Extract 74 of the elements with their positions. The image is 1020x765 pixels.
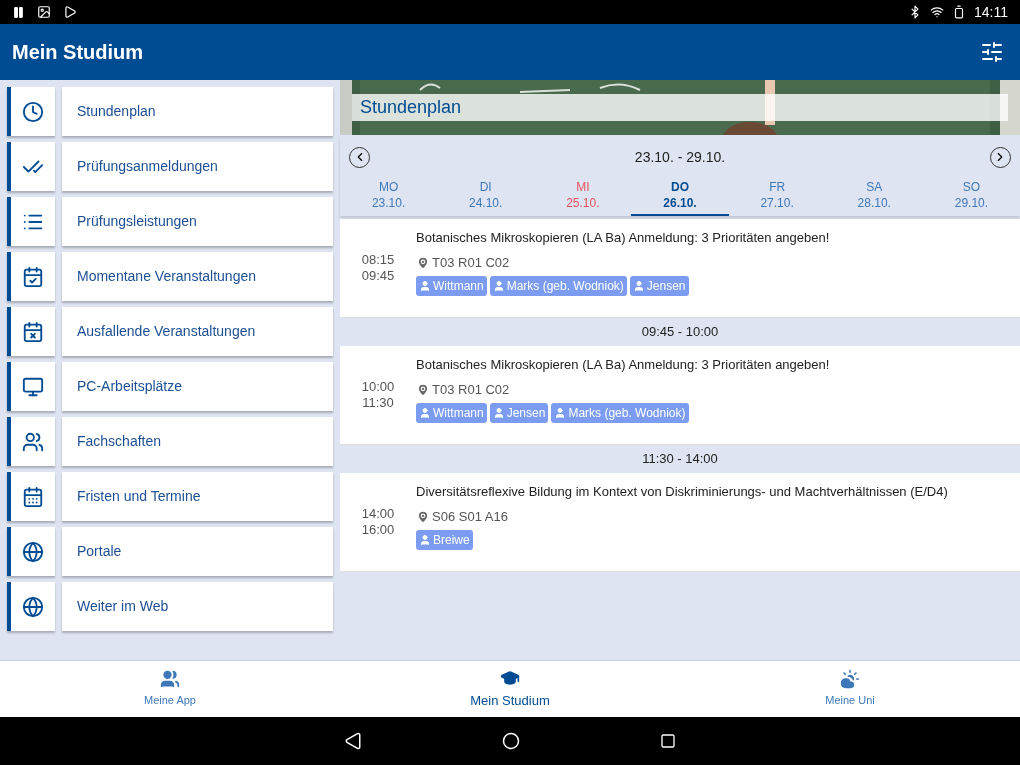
- menu-icon-tile[interactable]: [7, 417, 55, 466]
- bottom-nav-tab[interactable]: Meine Uni: [680, 661, 1020, 717]
- menu-item[interactable]: Stundenplan: [62, 87, 333, 136]
- location-pin-icon: [416, 255, 430, 270]
- menu-icon-tile[interactable]: [7, 307, 55, 356]
- room-code: T03 R01 C02: [432, 254, 510, 272]
- bottom-nav-tab[interactable]: Mein Studium: [340, 661, 680, 717]
- recents-button[interactable]: [660, 733, 676, 749]
- person-icon: [492, 406, 505, 419]
- app-title: Mein Studium: [12, 40, 145, 65]
- day-tab[interactable]: DO 26.10.: [631, 179, 729, 216]
- back-button[interactable]: [344, 732, 362, 750]
- globe-icon: [22, 540, 44, 563]
- start-time: 08:15: [361, 252, 395, 268]
- menu-icon-tile[interactable]: [7, 142, 55, 191]
- menu-item[interactable]: Momentane Veranstaltungen: [62, 252, 333, 301]
- end-time: 16:00: [361, 522, 395, 538]
- menu-icon-tile[interactable]: [7, 527, 55, 576]
- menu-item[interactable]: Portale: [62, 527, 333, 576]
- menu-item[interactable]: Prüfungsleistungen: [62, 197, 333, 246]
- battery-icon: [952, 5, 966, 19]
- person-icon: [554, 406, 567, 419]
- start-time: 10:00: [361, 379, 395, 395]
- day-tab[interactable]: SO 29.10.: [922, 179, 1020, 216]
- section-title: Stundenplan: [360, 96, 462, 119]
- clock-icon: [22, 100, 44, 123]
- event-title: Botanisches Mikroskopieren (LA Ba) Anmeldung: 3 Prioritäten angeben!: [416, 229, 831, 247]
- menu-item[interactable]: Fachschaften: [62, 417, 333, 466]
- day-tab[interactable]: DI 24.10.: [437, 179, 535, 216]
- event-title: Botanisches Mikroskopieren (LA Ba) Anmeldung: 3 Prioritäten angeben!: [416, 356, 831, 374]
- menu-icon-tile[interactable]: [7, 362, 55, 411]
- cloud-sun-icon: [840, 669, 860, 690]
- end-time: 11:30: [362, 395, 394, 411]
- globe-icon: [22, 595, 44, 618]
- menu-icon-tile[interactable]: [7, 582, 55, 631]
- location-pin-icon: [416, 509, 430, 524]
- calendar-icon: [22, 485, 44, 508]
- menu-item[interactable]: Ausfallende Veranstaltungen: [62, 307, 333, 356]
- pause-icon: [12, 5, 25, 19]
- start-time: 14:00: [361, 506, 395, 522]
- person-icon: [419, 279, 431, 292]
- week-range: 23.10. - 29.10.: [634, 147, 726, 167]
- menu-icon-tile[interactable]: [7, 252, 55, 301]
- home-button[interactable]: [502, 732, 520, 750]
- person-icon: [419, 533, 431, 546]
- menu-item[interactable]: PC-Arbeitsplätze: [62, 362, 333, 411]
- people-icon: [160, 669, 180, 690]
- event-title: Diversitätsreflexive Bildung im Kontext von Diskriminierungs- und Machtverhältnissen (E/D4): [416, 483, 949, 501]
- end-time: 09:45: [361, 268, 395, 284]
- menu-icon-tile[interactable]: [7, 197, 55, 246]
- person-icon: [632, 279, 645, 292]
- event-card[interactable]: 14:00 16:00 Diversitätsreflexive Bildung im Kontext von Diskriminierungs- und Machtverhältnissen (E/D4) S06 S01 A16 Breiwe: [340, 473, 1020, 572]
- person-icon: [492, 279, 505, 292]
- day-tab[interactable]: SA 28.10.: [825, 179, 923, 216]
- day-tab[interactable]: MO 23.10.: [340, 179, 438, 216]
- location-pin-icon: [416, 382, 430, 397]
- menu-icon-tile[interactable]: [7, 87, 55, 136]
- room-code: T03 R01 C02: [432, 381, 510, 399]
- menu-item[interactable]: Prüfungsanmeldungen: [62, 142, 333, 191]
- image-icon: [37, 5, 51, 19]
- monitor-icon: [22, 375, 44, 398]
- menu-icon-tile[interactable]: [7, 472, 55, 521]
- wifi-icon: [930, 5, 944, 19]
- calendar-check-icon: [22, 265, 44, 288]
- people-icon: [22, 430, 44, 453]
- person-icon: [419, 406, 431, 419]
- day-tab[interactable]: FR 27.10.: [728, 179, 826, 216]
- menu-item[interactable]: Fristen und Termine: [62, 472, 333, 521]
- bottom-nav-tab[interactable]: Meine App: [0, 661, 340, 717]
- calendar-x-icon: [22, 320, 44, 343]
- play-icon: [63, 5, 77, 19]
- menu-item[interactable]: Weiter im Web: [62, 582, 333, 631]
- clock-time: 14:11: [974, 2, 1008, 22]
- room-code: S06 S01 A16: [432, 508, 508, 526]
